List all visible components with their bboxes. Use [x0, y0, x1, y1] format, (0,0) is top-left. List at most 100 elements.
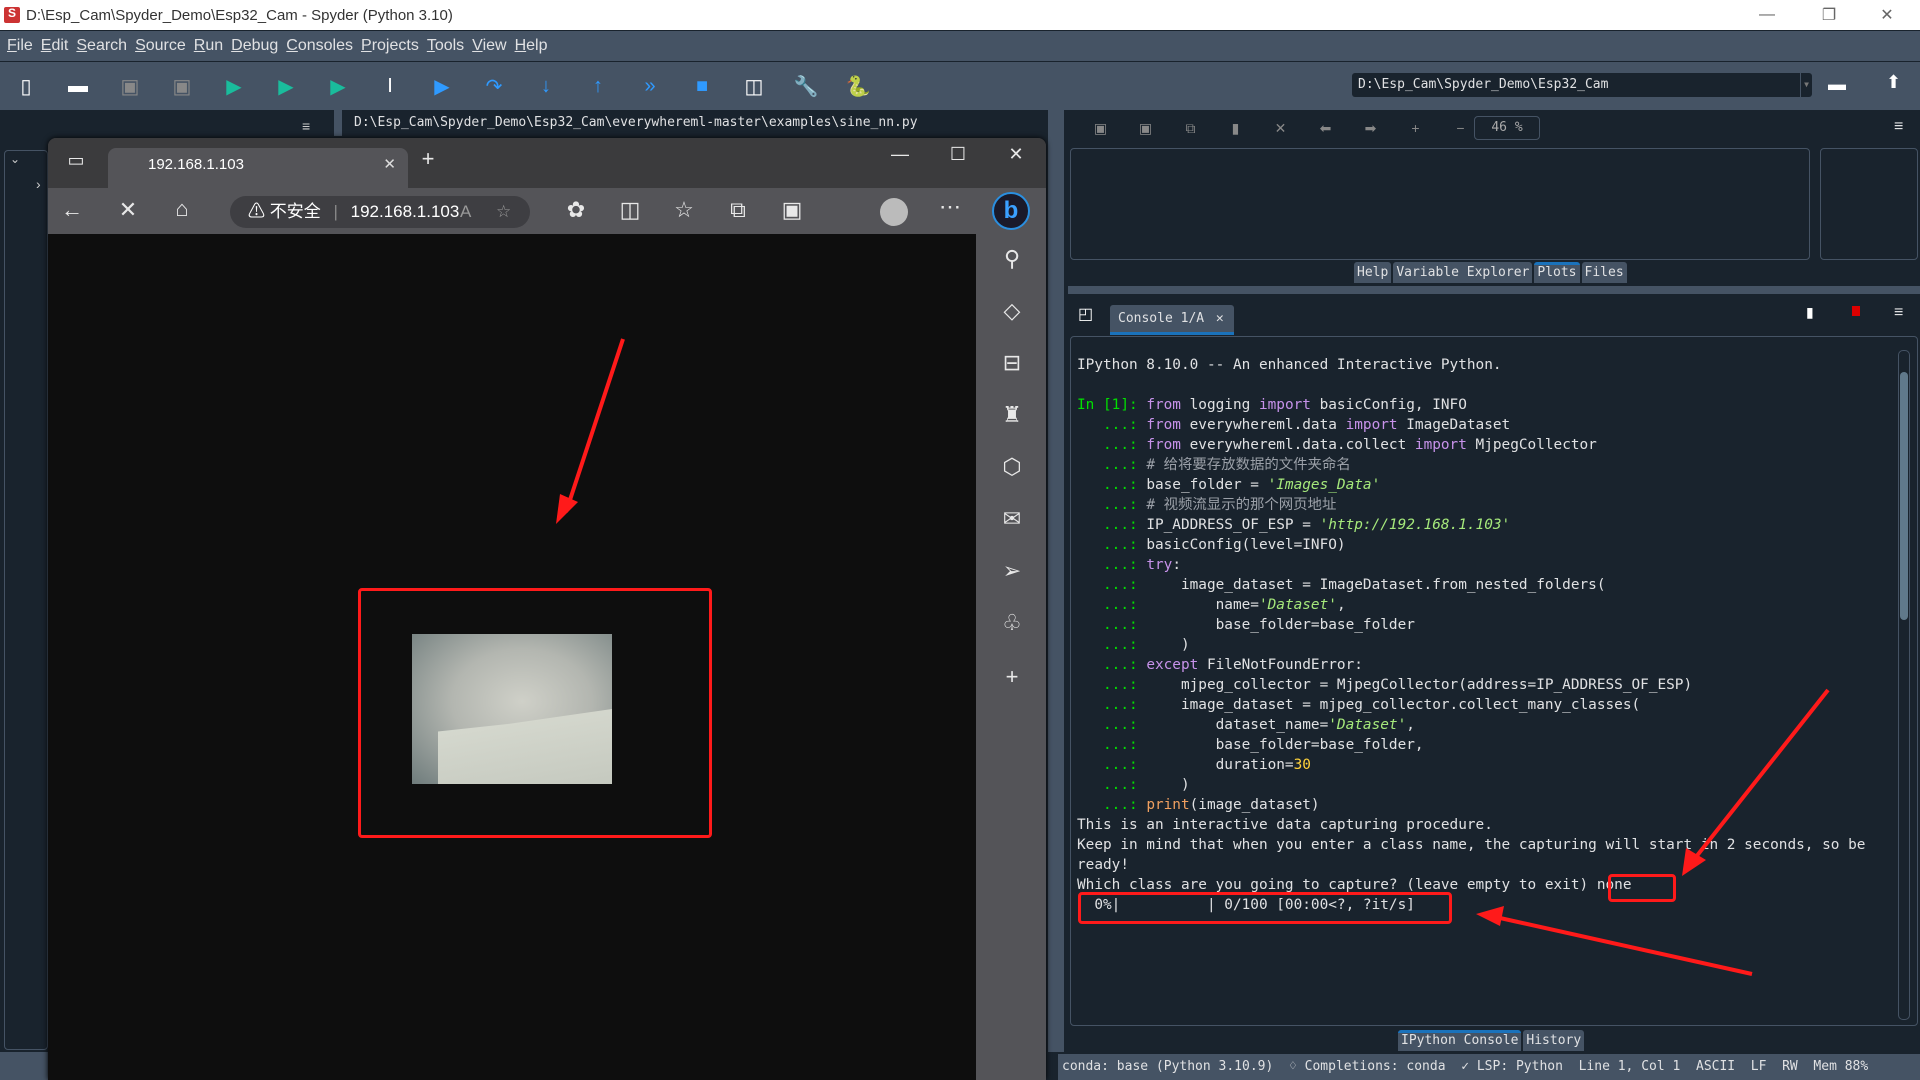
remove-plot-icon[interactable]: ▮: [1213, 120, 1258, 137]
tab-files[interactable]: Files: [1581, 262, 1627, 283]
step-return-icon[interactable]: ↑: [572, 66, 624, 106]
annotation-box: [1078, 892, 1452, 924]
tab-help[interactable]: Help: [1354, 262, 1392, 283]
menu-source[interactable]: Source: [135, 37, 186, 55]
outlook-icon[interactable]: ✉: [992, 506, 1032, 532]
continue-icon[interactable]: »: [624, 66, 676, 106]
menu-file[interactable]: File: [7, 37, 33, 55]
stop-kernel-icon[interactable]: [1852, 306, 1860, 316]
chevron-down-icon[interactable]: ▼: [1800, 73, 1812, 97]
save-all-plots-icon[interactable]: ▣: [1123, 120, 1168, 137]
run-icon[interactable]: ▶: [208, 66, 260, 106]
code-line: ...: image_dataset = ImageDataset.from_n…: [1077, 575, 1917, 595]
restore-button[interactable]: ❐: [1806, 0, 1852, 30]
save-icon[interactable]: ▣: [104, 66, 156, 106]
search-icon[interactable]: ⚲: [992, 246, 1032, 272]
clear-console-icon[interactable]: ▮: [1806, 304, 1814, 321]
favorites-icon[interactable]: ☆: [664, 197, 704, 223]
tag-icon[interactable]: ◇: [992, 298, 1032, 324]
horizontal-splitter[interactable]: [1068, 286, 1920, 294]
bing-copilot-icon[interactable]: b: [992, 192, 1030, 230]
scrollbar-thumb[interactable]: [1900, 372, 1908, 620]
menu-view[interactable]: View: [472, 37, 506, 55]
console-tab[interactable]: Console 1/A ✕: [1110, 305, 1234, 335]
browser-tab[interactable]: 192.168.1.103 ✕: [108, 148, 408, 188]
run-cell-advance-icon[interactable]: ▶: [312, 66, 364, 106]
tab-variable-explorer[interactable]: Variable Explorer: [1393, 262, 1533, 283]
tree-icon[interactable]: ♧: [992, 610, 1032, 636]
games-chess-icon[interactable]: ♜: [992, 402, 1032, 428]
read-aloud-icon[interactable]: A: [460, 196, 471, 228]
maximize-pane-icon[interactable]: ◫: [728, 66, 780, 106]
remove-all-plots-icon[interactable]: ✕: [1258, 120, 1303, 137]
stop-debug-icon[interactable]: ■: [676, 66, 728, 106]
prompt: ...:: [1077, 777, 1147, 793]
zoom-in-icon[interactable]: +: [1393, 120, 1438, 136]
previous-plot-icon[interactable]: ⬅: [1303, 120, 1348, 137]
python-path-icon[interactable]: 🐍: [832, 66, 884, 106]
save-plot-icon[interactable]: ▣: [1078, 120, 1123, 137]
extensions-icon[interactable]: ✿: [556, 197, 596, 223]
run-cell-icon[interactable]: ▶: [260, 66, 312, 106]
add-favorite-icon[interactable]: ☆: [496, 196, 511, 228]
step-over-icon[interactable]: ↷: [468, 66, 520, 106]
tab-ipython-console[interactable]: IPython Console: [1398, 1030, 1522, 1051]
tab-plots[interactable]: Plots: [1534, 262, 1580, 283]
pane-splitter[interactable]: [1048, 110, 1064, 1052]
parent-directory-icon[interactable]: ⬆: [1886, 72, 1901, 93]
menu-tools[interactable]: Tools: [427, 37, 464, 55]
close-console-icon[interactable]: ✕: [1216, 311, 1224, 326]
code-line: ...: base_folder=base_folder: [1077, 615, 1917, 635]
close-tab-icon[interactable]: ✕: [383, 148, 396, 182]
new-file-icon[interactable]: ▯: [0, 66, 52, 106]
zoom-level[interactable]: 46 %: [1474, 116, 1540, 140]
next-plot-icon[interactable]: ➡: [1348, 120, 1393, 137]
plots-options-icon[interactable]: ≡: [1894, 118, 1903, 136]
run-selection-icon[interactable]: I: [364, 66, 416, 106]
tab-actions-icon[interactable]: ▭: [56, 150, 96, 171]
tab-history[interactable]: History: [1523, 1030, 1585, 1051]
back-icon[interactable]: ←: [52, 197, 92, 223]
toolbox-icon[interactable]: ⊟: [992, 350, 1032, 376]
save-all-icon[interactable]: ▣: [156, 66, 208, 106]
add-icon[interactable]: +: [992, 664, 1032, 690]
home-icon[interactable]: ⌂: [162, 196, 202, 222]
browser-maximize-icon[interactable]: ☐: [938, 144, 978, 165]
more-options-icon[interactable]: ⋯: [930, 194, 970, 220]
pane-options-icon[interactable]: ≡: [302, 118, 310, 134]
stop-loading-icon[interactable]: ✕: [108, 197, 148, 223]
profile-avatar[interactable]: [880, 198, 908, 226]
browse-folder-icon[interactable]: ▬: [1828, 74, 1846, 95]
performance-icon[interactable]: ▣: [772, 197, 812, 223]
address-bar[interactable]: ⚠ 不安全 | 192.168.1.103 A ☆: [230, 196, 530, 228]
menu-consoles[interactable]: Consoles: [286, 37, 353, 55]
open-file-icon[interactable]: ▬: [52, 66, 104, 106]
copy-plot-icon[interactable]: ⧉: [1168, 120, 1213, 137]
working-directory-combo[interactable]: D:\Esp_Cam\Spyder_Demo\Esp32_Cam ▼: [1352, 73, 1812, 97]
collections-icon[interactable]: ⧉: [718, 197, 758, 223]
menu-search[interactable]: Search: [76, 37, 127, 55]
menu-projects[interactable]: Projects: [361, 37, 419, 55]
preferences-wrench-icon[interactable]: 🔧: [780, 66, 832, 106]
menu-help[interactable]: Help: [515, 37, 548, 55]
undock-icon[interactable]: ◰: [1078, 304, 1093, 324]
chevron-right-icon[interactable]: ›: [36, 176, 41, 192]
send-icon[interactable]: ➢: [992, 558, 1032, 584]
browser-minimize-icon[interactable]: —: [880, 144, 920, 165]
menu-debug[interactable]: Debug: [231, 37, 278, 55]
new-tab-icon[interactable]: +: [408, 146, 448, 172]
prompt: ...:: [1077, 637, 1147, 653]
menu-edit[interactable]: Edit: [41, 37, 69, 55]
console-options-icon[interactable]: ≡: [1894, 304, 1903, 322]
debug-icon[interactable]: ▶: [416, 66, 468, 106]
close-button[interactable]: ✕: [1864, 0, 1910, 30]
browser-close-icon[interactable]: ✕: [996, 144, 1036, 165]
chevron-down-icon[interactable]: ⌄: [10, 152, 20, 166]
office-icon[interactable]: ⬡: [992, 454, 1032, 480]
prompt: ...:: [1077, 537, 1147, 553]
split-screen-icon[interactable]: ◫: [610, 197, 650, 223]
minimize-button[interactable]: —: [1744, 0, 1790, 30]
menu-run[interactable]: Run: [194, 37, 223, 55]
step-into-icon[interactable]: ↓: [520, 66, 572, 106]
code-token: IP_ADDRESS_OF_ESP =: [1146, 517, 1320, 533]
